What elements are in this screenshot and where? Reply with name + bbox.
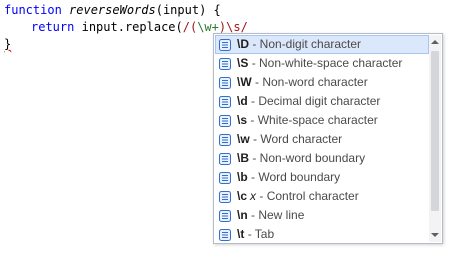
snippet-icon [219, 171, 231, 184]
function-params: (input) { [155, 3, 221, 17]
snippet-icon [219, 114, 231, 127]
completion-description: - Control character [259, 189, 359, 203]
completion-item[interactable]: \S - Non-white-space character [215, 54, 429, 73]
completion-token: \W [237, 75, 252, 89]
completion-token: \D [237, 37, 249, 51]
completion-token: \n [237, 208, 248, 222]
completion-token: \d [237, 94, 248, 108]
completion-item[interactable]: \b - Word boundary [215, 168, 429, 187]
completion-item[interactable]: \W - Non-word character [215, 73, 429, 92]
completion-description: - Non-word boundary [252, 151, 366, 165]
completion-scrollbar[interactable] [429, 35, 441, 242]
completion-item[interactable]: \n - New line [215, 206, 429, 225]
completion-token: \t [237, 227, 245, 241]
completion-item[interactable]: \B - Non-word boundary [215, 149, 429, 168]
completion-token: \B [237, 151, 249, 165]
scroll-up-button[interactable] [429, 35, 441, 49]
completion-description: - New line [251, 208, 305, 222]
closing-brace: } [4, 37, 12, 51]
code-line-3: } [4, 36, 11, 53]
completion-token: \b [237, 170, 248, 184]
snippet-icon [219, 38, 231, 51]
code-line-1: function reverseWords(input) { [4, 2, 221, 19]
function-name: reverseWords [69, 3, 156, 17]
completion-description: - White-space character [250, 113, 378, 127]
snippet-icon [219, 209, 231, 222]
completion-item[interactable]: \w - Word character [215, 130, 429, 149]
completion-description: - Non-word character [255, 75, 368, 89]
completion-description: - Non-digit character [252, 37, 362, 51]
regex-close: )\s/ [218, 20, 248, 34]
snippet-icon [219, 133, 231, 146]
completion-token: \S [237, 56, 249, 70]
completion-item[interactable]: \s - White-space character [215, 111, 429, 130]
scroll-down-button[interactable] [429, 228, 441, 242]
code-editor[interactable]: function reverseWords(input) { return in… [0, 0, 454, 254]
snippet-icon [219, 95, 231, 108]
completion-token-arg: x [250, 189, 257, 203]
completion-description: - Decimal digit character [251, 94, 381, 108]
replace-call: input.replace( [81, 20, 183, 34]
completion-item[interactable]: \t - Tab [215, 225, 429, 242]
completion-item[interactable]: \c x - Control character [215, 187, 429, 206]
keyword-function: function [4, 3, 62, 17]
triangle-up-icon [431, 40, 439, 44]
completion-description: - Word character [253, 132, 343, 146]
snippet-icon [219, 228, 231, 241]
triangle-down-icon [431, 233, 439, 237]
completion-description: - Non-white-space character [251, 56, 403, 70]
regex-open: /( [182, 20, 198, 34]
completion-token: \c [237, 189, 248, 203]
snippet-icon [219, 190, 231, 203]
completion-token: \w [237, 132, 250, 146]
completion-item[interactable]: \D - Non-digit character [215, 35, 429, 54]
completion-token: \s [237, 113, 248, 127]
completion-list: \D - Non-digit character \S - Non-white-s… [215, 35, 429, 242]
snippet-icon [219, 57, 231, 70]
keyword-return: return [31, 20, 75, 34]
completion-description: - Tab [247, 227, 275, 241]
completion-popup: \D - Non-digit character \S - Non-white-s… [213, 33, 443, 244]
snippet-icon [219, 76, 231, 89]
completion-description: - Word boundary [251, 170, 341, 184]
completion-item[interactable]: \d - Decimal digit character [215, 92, 429, 111]
regex-group: \w+ [197, 20, 219, 34]
scroll-thumb[interactable] [431, 51, 439, 211]
snippet-icon [219, 152, 231, 165]
